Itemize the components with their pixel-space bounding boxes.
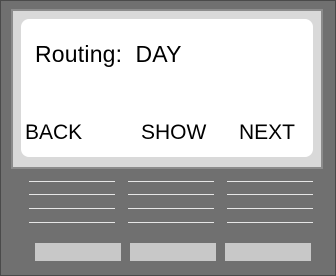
key-slot[interactable]: [128, 194, 214, 195]
key-slot[interactable]: [227, 181, 313, 182]
keypad-row-1: [29, 181, 313, 183]
softkey-back-button[interactable]: [35, 243, 121, 261]
keypad-row-2: [29, 194, 313, 196]
key-slot[interactable]: [29, 194, 115, 195]
key-slot[interactable]: [227, 222, 313, 223]
routing-status-text: Routing: DAY: [35, 41, 182, 67]
key-slot[interactable]: [29, 222, 115, 223]
key-slot[interactable]: [227, 208, 313, 209]
softkey-back-label[interactable]: BACK: [25, 121, 82, 145]
softkey-button-row: [35, 243, 311, 261]
keypad-row-4: [29, 222, 313, 224]
softkey-next-button[interactable]: [225, 243, 311, 261]
keypad-row-3: [29, 208, 313, 210]
key-slot[interactable]: [128, 181, 214, 182]
key-slot[interactable]: [29, 181, 115, 182]
softkey-show-button[interactable]: [130, 243, 216, 261]
key-slot[interactable]: [29, 208, 115, 209]
softkey-next-label[interactable]: NEXT: [239, 121, 295, 145]
key-slot[interactable]: [227, 194, 313, 195]
key-slot[interactable]: [128, 208, 214, 209]
softkey-show-label[interactable]: SHOW: [141, 121, 206, 145]
key-slot[interactable]: [128, 222, 214, 223]
lcd-display: Routing: DAY BACK SHOW NEXT: [21, 19, 313, 157]
phone-console: Routing: DAY BACK SHOW NEXT: [0, 0, 336, 276]
